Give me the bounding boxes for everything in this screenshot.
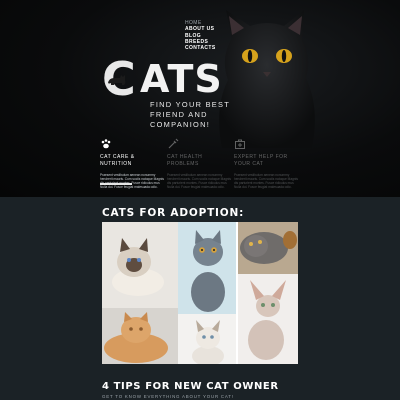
- adoption-title: CATS FOR ADOPTION:: [102, 207, 245, 219]
- active-feature-underline: [100, 183, 132, 185]
- feature-text: Praesent vestibulum aenean nonummy hendr…: [100, 173, 164, 189]
- site-logo[interactable]: C ATS: [102, 56, 222, 102]
- tips-title: 4 TIPS FOR NEW CAT OWNER: [102, 381, 279, 392]
- gallery-photo-persian-cat[interactable]: [102, 308, 178, 364]
- paw-icon: [100, 138, 164, 150]
- gallery-photo-lying-cat[interactable]: [238, 222, 298, 274]
- feature-expert-help[interactable]: EXPERT HELP FOR YOUR CAT Praesent vestib…: [234, 138, 298, 189]
- logo-cat-icon: [108, 75, 126, 85]
- tips-subtitle: GET TO KNOW EVERYTHING ABOUT YOUR CAT!: [102, 394, 234, 399]
- hero-tagline: FIND YOUR BEST FRIEND AND COMPANION!: [150, 100, 230, 129]
- main-nav: HOME ABOUT US BLOG BREEDS CONTACTS: [185, 20, 216, 51]
- features-row: CAT CARE & NUTRITION Praesent vestibulum…: [100, 138, 300, 194]
- feature-title: EXPERT HELP FOR YOUR CAT: [234, 154, 288, 167]
- hero-section: HOME ABOUT US BLOG BREEDS CONTACTS C ATS…: [0, 0, 400, 197]
- page: HOME ABOUT US BLOG BREEDS CONTACTS C ATS…: [0, 0, 400, 400]
- gallery-photo-grey-cat[interactable]: [178, 222, 236, 314]
- nav-item-about-us[interactable]: ABOUT US: [185, 26, 216, 32]
- feature-cat-health[interactable]: CAT HEALTH PROBLEMS Praesent vestibulum …: [167, 138, 231, 189]
- logo-letters-ats: ATS: [140, 57, 223, 101]
- feature-text: Praesent vestibulum aenean nonummy hendr…: [234, 173, 298, 189]
- gallery-photo-seal-point-cat[interactable]: [102, 222, 178, 308]
- feature-title: CAT HEALTH PROBLEMS: [167, 154, 203, 167]
- feature-title: CAT CARE & NUTRITION: [100, 154, 135, 167]
- syringe-icon: [167, 138, 231, 150]
- nav-item-contacts[interactable]: CONTACTS: [185, 45, 216, 51]
- medical-kit-icon: [234, 138, 298, 150]
- gallery-photo-white-kitten[interactable]: [178, 314, 236, 364]
- feature-text: Praesent vestibulum aenean nonummy hendr…: [167, 173, 231, 189]
- feature-cat-care[interactable]: CAT CARE & NUTRITION Praesent vestibulum…: [100, 138, 164, 189]
- adoption-gallery: [102, 222, 298, 364]
- gallery-photo-sphynx-cat[interactable]: [238, 274, 298, 364]
